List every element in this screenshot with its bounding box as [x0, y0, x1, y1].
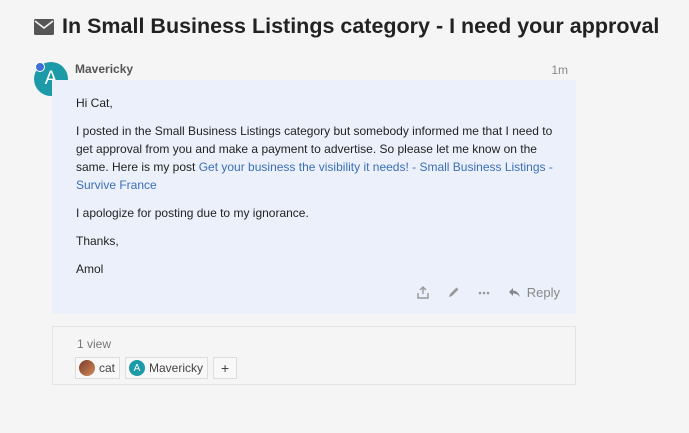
topic-header: In Small Business Listings category - I …	[34, 14, 659, 39]
post-content-box: Hi Cat, I posted in the Small Business L…	[52, 80, 576, 314]
post-signature: Amol	[76, 262, 104, 276]
participant-name: Mavericky	[149, 361, 204, 375]
post-timestamp[interactable]: 1m	[551, 63, 568, 77]
participants-list: cat A Mavericky +	[75, 357, 238, 379]
post-thanks: Thanks,	[76, 234, 119, 248]
reply-button[interactable]: Reply	[508, 285, 560, 300]
topic-map: 1 view cat A Mavericky +	[52, 326, 576, 385]
post-username[interactable]: Mavericky	[75, 62, 133, 76]
reply-label: Reply	[526, 285, 560, 300]
post-actions: Reply	[417, 285, 560, 300]
add-participant-button[interactable]: +	[213, 357, 238, 379]
participant-chip-mavericky[interactable]: A Mavericky	[125, 357, 209, 379]
more-options-button[interactable]	[478, 291, 490, 295]
avatar: A	[129, 360, 146, 376]
participant-chip-cat[interactable]: cat	[75, 357, 121, 379]
avatar	[79, 360, 95, 376]
post-body: Hi Cat, I posted in the Small Business L…	[76, 94, 564, 288]
participant-name: cat	[99, 361, 116, 375]
pencil-icon	[448, 287, 459, 297]
view-count: 1 view	[77, 337, 112, 351]
topic-title: In Small Business Listings category - I …	[62, 14, 660, 38]
post-apology: I apologize for posting due to my ignora…	[76, 206, 309, 220]
ellipsis-icon	[478, 291, 490, 294]
envelope-icon	[34, 18, 54, 35]
post-greeting: Hi Cat,	[76, 96, 113, 110]
post-paragraph: I posted in the Small Business Listings …	[76, 122, 564, 194]
edit-button[interactable]	[447, 286, 460, 299]
share-icon	[417, 286, 429, 299]
reply-icon	[508, 288, 520, 297]
online-indicator	[35, 62, 45, 72]
share-button[interactable]	[417, 286, 429, 299]
